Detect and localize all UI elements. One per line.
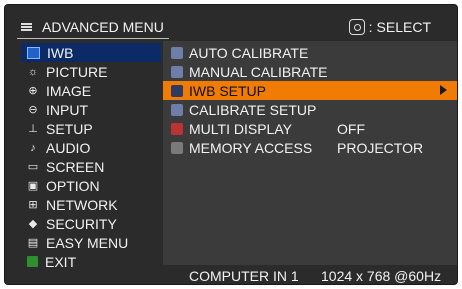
sidebar-item-iwb[interactable]: IWB [21,43,161,62]
menu-title-underline [17,38,169,39]
brightness-icon: ☼ [27,65,39,78]
sidebar-item-label: NETWORK [46,196,118,213]
audio-icon: ♪ [30,141,36,154]
network-icon: ⊞ [28,198,38,211]
calibrate-setup-icon [171,103,183,116]
header-bar: ADVANCED MENU : SELECT [17,15,453,39]
memory-access-icon [171,141,183,154]
sidebar-item-security[interactable]: ◆ SECURITY [21,214,161,233]
submenu-row-calibrate-setup[interactable]: CALIBRATE SETUP [163,100,457,119]
sidebar: IWB ☼ PICTURE ⊕ IMAGE ⊖ INPUT ⊥ SETUP ♪ … [21,43,161,275]
chevron-right-icon [440,85,447,95]
option-icon: ▣ [27,179,39,192]
auto-calibrate-icon [171,46,183,59]
sidebar-item-image[interactable]: ⊕ IMAGE [21,81,161,100]
sidebar-item-easy-menu[interactable]: ▤ EASY MENU [21,233,161,252]
sidebar-item-option[interactable]: ▣ OPTION [21,176,161,195]
submenu-row-label: MULTI DISPLAY [189,120,292,137]
sidebar-item-input[interactable]: ⊖ INPUT [21,100,161,119]
multi-display-icon [171,122,183,135]
setup-icon: ⊥ [28,122,38,135]
status-input: COMPUTER IN 1 [189,268,299,284]
security-icon: ◆ [28,217,38,230]
manual-calibrate-icon [171,65,183,78]
sidebar-item-label: AUDIO [46,139,91,156]
menu-icon [21,22,32,32]
sidebar-item-label: IMAGE [46,82,92,99]
sidebar-item-label: OPTION [46,177,100,194]
submenu-row-label: AUTO CALIBRATE [189,44,309,61]
sidebar-item-setup[interactable]: ⊥ SETUP [21,119,161,138]
sidebar-item-label: EXIT [45,253,77,270]
status-resolution: 1024 x 768 @60Hz [321,268,442,284]
sidebar-item-audio[interactable]: ♪ AUDIO [21,138,161,157]
sidebar-item-label: EASY MENU [46,234,129,251]
submenu-row-label: IWB SETUP [189,82,267,99]
submenu-row-label: CALIBRATE SETUP [189,101,317,118]
sidebar-item-label: PICTURE [46,63,108,80]
submenu-row-manual-calibrate[interactable]: MANUAL CALIBRATE [163,62,457,81]
screen-icon: ▭ [27,160,39,173]
select-pad-icon [348,19,365,35]
submenu-row-iwb-setup[interactable]: IWB SETUP [163,81,457,100]
status-bar: COMPUTER IN 1 1024 x 768 @60Hz [163,267,457,285]
projector-menu-window: ADVANCED MENU : SELECT IWB ☼ PICTURE ⊕ I… [4,4,458,285]
image-icon: ⊕ [28,84,38,97]
memory-access-value: PROJECTOR [337,139,424,156]
sidebar-item-screen[interactable]: ▭ SCREEN [21,157,161,176]
submenu-row-memory-access[interactable]: MEMORY ACCESS PROJECTOR [163,138,457,157]
sidebar-item-label: SETUP [46,120,93,137]
iwb-submenu-panel: AUTO CALIBRATE MANUAL CALIBRATE IWB SETU… [163,41,457,265]
sidebar-item-label: SCREEN [46,158,105,175]
easy-menu-icon: ▤ [27,236,39,249]
input-icon: ⊖ [28,103,38,116]
select-label: SELECT [376,19,431,35]
iwb-setup-icon [171,84,183,97]
select-label-prefix: : [368,19,373,35]
submenu-row-label: MEMORY ACCESS [189,139,313,156]
menu-title: ADVANCED MENU [42,19,164,35]
exit-icon [27,256,38,267]
multi-display-value: OFF [337,120,365,137]
sidebar-item-network[interactable]: ⊞ NETWORK [21,195,161,214]
submenu-row-label: MANUAL CALIBRATE [189,63,328,80]
iwb-icon [27,46,40,59]
submenu-row-multi-display[interactable]: MULTI DISPLAY OFF [163,119,457,138]
sidebar-item-exit[interactable]: EXIT [21,252,161,271]
sidebar-item-picture[interactable]: ☼ PICTURE [21,62,161,81]
submenu-row-auto-calibrate[interactable]: AUTO CALIBRATE [163,43,457,62]
menu-title-wrap: ADVANCED MENU [21,15,164,39]
sidebar-item-label: INPUT [46,101,88,118]
sidebar-item-label: SECURITY [46,215,117,232]
select-hint: : SELECT [348,15,431,39]
sidebar-item-label: IWB [47,44,74,61]
